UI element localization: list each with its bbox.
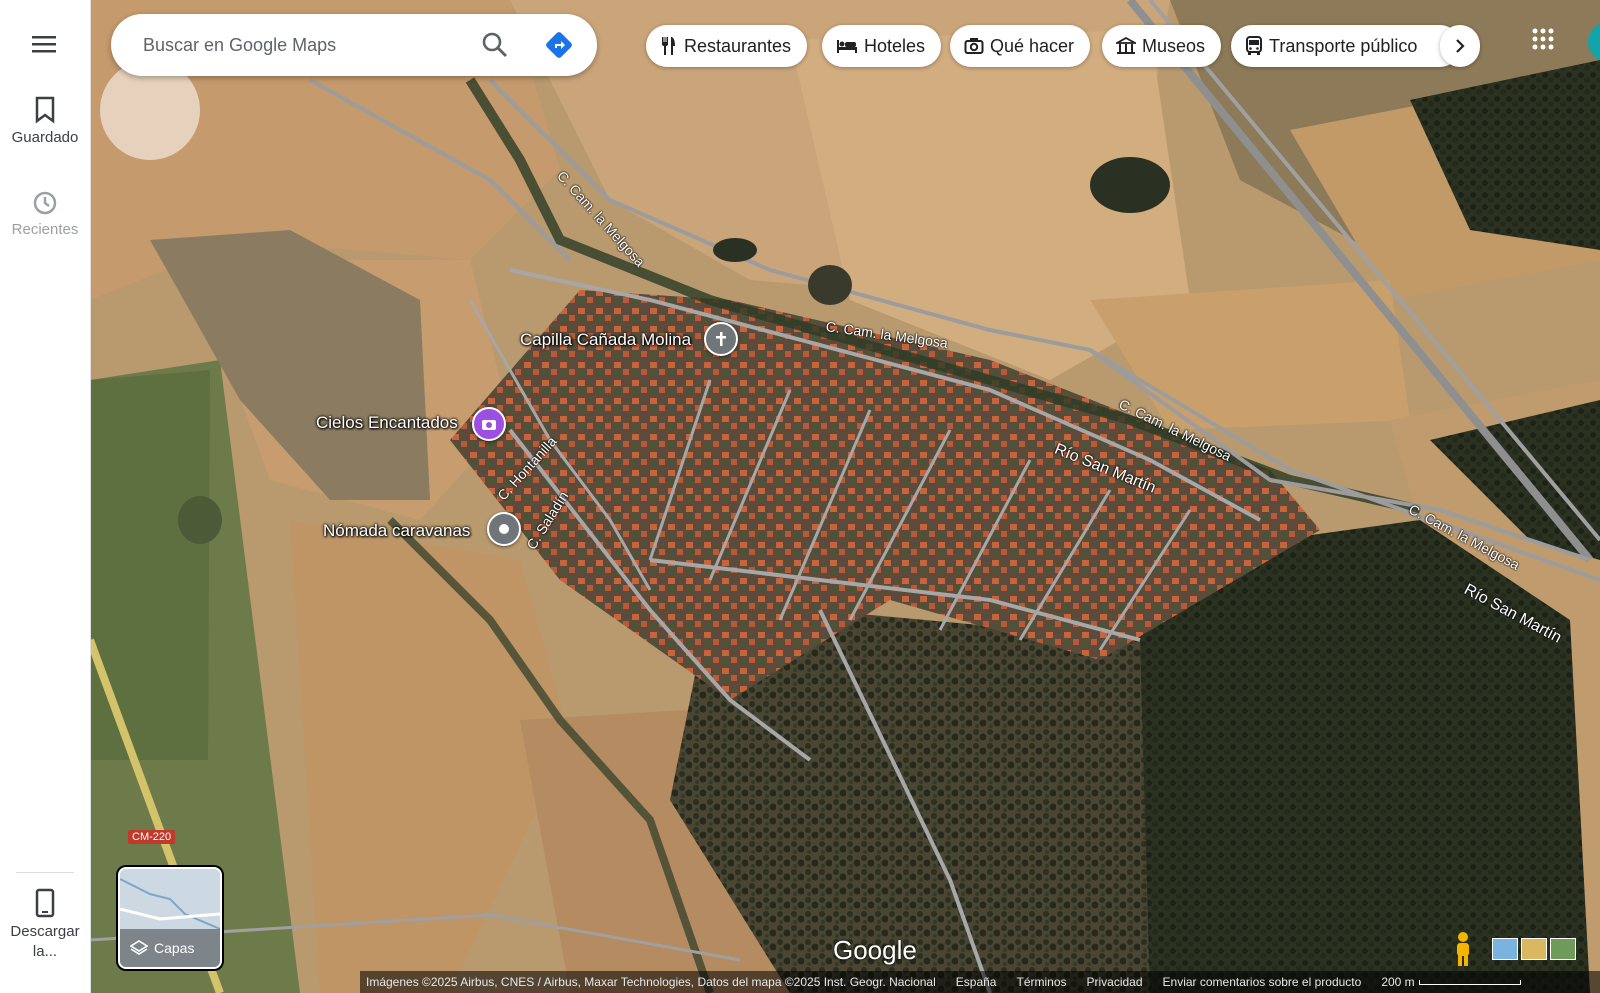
- recent-button[interactable]: Recientes: [0, 190, 90, 240]
- chip-label: Transporte público: [1269, 35, 1418, 56]
- layers-caption: Capas: [130, 939, 194, 957]
- attribution-text: Imágenes ©2025 Airbus, CNES / Airbus, Ma…: [366, 975, 936, 989]
- apps-grid-icon: [1532, 28, 1554, 50]
- pegman-icon: [1457, 932, 1469, 966]
- search-input[interactable]: [141, 33, 465, 57]
- chevron-right-icon: [1456, 39, 1465, 53]
- layers-icon: [130, 940, 148, 955]
- chip-things-to-do[interactable]: Qué hacer: [950, 25, 1091, 67]
- scale-bar: [1418, 979, 1521, 985]
- layers-button[interactable]: Capas: [118, 867, 222, 969]
- street-view-pegman[interactable]: [1450, 930, 1476, 968]
- bus-icon: [1246, 36, 1262, 55]
- chip-label: Hoteles: [864, 35, 926, 56]
- dot-icon: [499, 524, 509, 534]
- download-label: Descargar la...: [10, 923, 80, 960]
- chip-label: Qué hacer: [990, 35, 1075, 56]
- country-link[interactable]: España: [956, 975, 997, 989]
- hamburger-icon: [32, 36, 56, 53]
- thumbnail-terrain[interactable]: [1521, 938, 1547, 960]
- place-label-chapel[interactable]: Capilla Cañada Molina: [520, 330, 691, 350]
- saved-label: Guardado: [11, 129, 79, 146]
- directions-icon: [546, 32, 572, 58]
- feedback-link[interactable]: Enviar comentarios sobre el producto: [1163, 975, 1362, 989]
- chip-transit[interactable]: Transporte público: [1231, 25, 1462, 67]
- bed-icon: [837, 40, 857, 53]
- chip-label: Museos: [1142, 35, 1206, 56]
- chip-restaurants[interactable]: Restaurantes: [646, 25, 808, 67]
- search-box: [111, 14, 597, 76]
- place-label-cielos[interactable]: Cielos Encantados: [316, 413, 458, 433]
- directions-button[interactable]: [545, 31, 573, 64]
- google-logo: Google: [833, 935, 917, 965]
- left-sidebar: Guardado Recientes Descargar la...: [0, 0, 91, 993]
- terms-link[interactable]: Términos: [1016, 975, 1066, 989]
- chips-next-button[interactable]: [1440, 25, 1480, 67]
- search-button[interactable]: [481, 31, 509, 64]
- privacy-link[interactable]: Privacidad: [1087, 975, 1143, 989]
- photo-spot-pin-icon[interactable]: [472, 407, 506, 441]
- apps-button[interactable]: [1532, 28, 1554, 55]
- place-pin-icon[interactable]: [487, 512, 521, 546]
- menu-button[interactable]: [0, 28, 90, 60]
- camera-icon: [964, 38, 984, 54]
- satellite-map[interactable]: Capilla Cañada Molina Cielos Encantados …: [90, 0, 1600, 993]
- download-app-button[interactable]: Descargar la...: [0, 888, 90, 962]
- search-icon: [482, 32, 507, 57]
- saved-button[interactable]: Guardado: [0, 96, 90, 148]
- fork-knife-icon: [662, 37, 675, 55]
- layers-label: Capas: [154, 940, 195, 956]
- museum-icon: [1116, 37, 1136, 54]
- chip-museums[interactable]: Museos: [1102, 25, 1222, 67]
- sidebar-divider: [16, 872, 74, 873]
- phone-icon: [35, 888, 55, 918]
- place-label-nomada[interactable]: Nómada caravanas: [323, 521, 470, 541]
- chip-label: Restaurantes: [684, 35, 792, 56]
- camera-icon: [482, 420, 496, 430]
- chapel-pin-icon[interactable]: [704, 322, 738, 356]
- map-footer: Imágenes ©2025 Airbus, CNES / Airbus, Ma…: [360, 971, 1600, 993]
- scale-label[interactable]: 200 m: [1381, 975, 1414, 989]
- history-icon: [33, 191, 57, 215]
- satellite-imagery: [90, 0, 1600, 993]
- imagery-thumbnails[interactable]: [1492, 938, 1576, 960]
- road-shield-cm220: CM-220: [128, 830, 176, 844]
- bookmark-icon: [35, 96, 55, 124]
- cross-icon: [716, 332, 726, 346]
- recent-label: Recientes: [11, 221, 79, 238]
- thumbnail-map[interactable]: [1492, 938, 1518, 960]
- thumbnail-satellite[interactable]: [1550, 938, 1576, 960]
- chip-hotels[interactable]: Hoteles: [822, 25, 942, 67]
